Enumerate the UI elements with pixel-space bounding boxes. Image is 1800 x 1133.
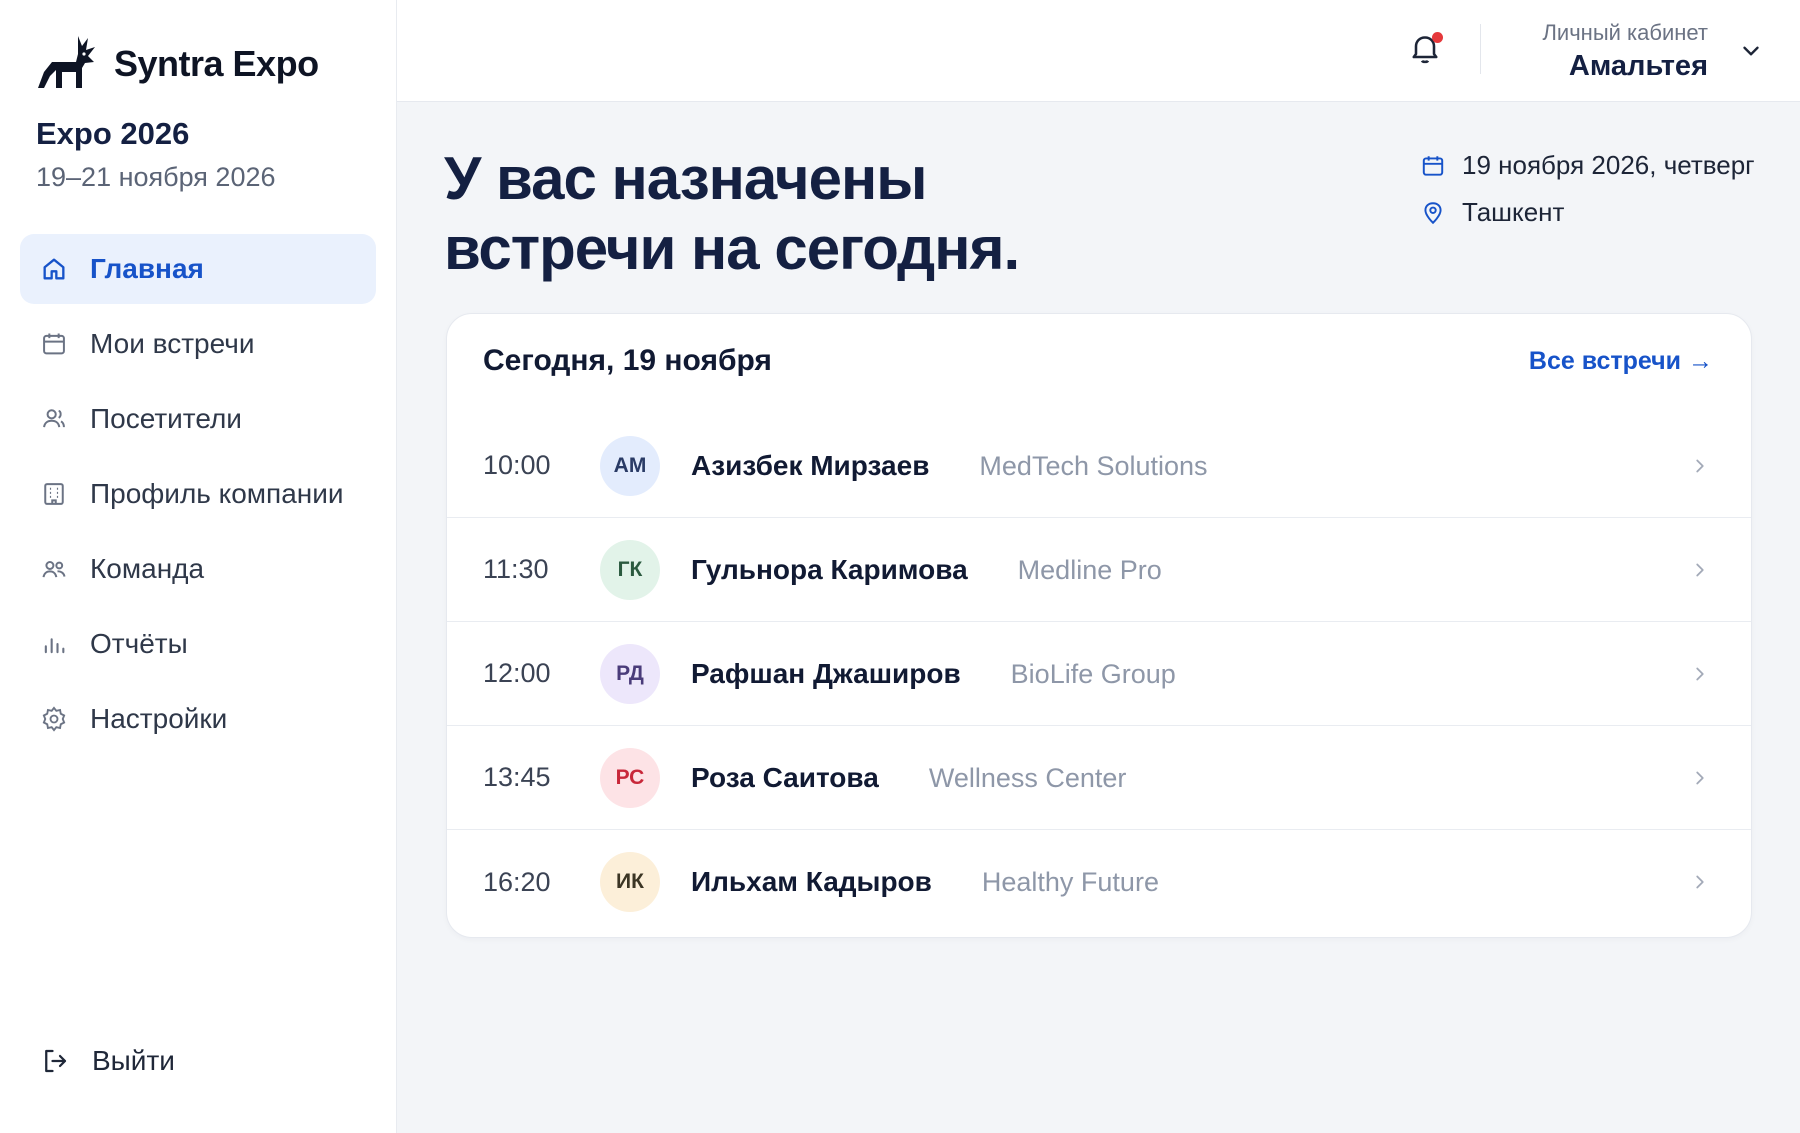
page-title-line-1: У вас назначены xyxy=(444,145,927,212)
team-icon xyxy=(40,555,68,583)
sidebar-item-label: Настройки xyxy=(90,703,228,734)
chevron-right-icon xyxy=(1696,563,1704,576)
person-name: Азизбек Мирзаев xyxy=(691,449,930,481)
chart-icon xyxy=(40,630,68,658)
event-dates: 19–21 ноября 2026 xyxy=(36,162,276,192)
sidebar-nav: Главная Мои встречи Посетители Профиль к… xyxy=(20,234,376,759)
sidebar-item-label: Посетители xyxy=(90,403,242,434)
meeting-row[interactable]: 12:00 РД Рафшан Джаширов BioLife Group xyxy=(447,622,1751,726)
sidebar-item-label: Мои встречи xyxy=(90,328,255,359)
account-menu[interactable]: Личный кабинет Амальтея xyxy=(1542,20,1708,83)
sidebar-item-settings[interactable]: Настройки xyxy=(20,684,376,754)
notifications-button[interactable] xyxy=(1407,30,1447,70)
meetings-list: 10:00 АМ Азизбек Мирзаев MedTech Solutions 1… xyxy=(447,414,1751,934)
chevron-down-icon[interactable] xyxy=(1738,38,1764,64)
donkey-logo-icon xyxy=(38,36,95,88)
sidebar: Syntra Expo Expo 2026 19–21 ноября 2026 … xyxy=(0,0,397,1133)
meeting-person: Гульнора Каримова Medline Pro xyxy=(691,554,1162,586)
calendar-icon xyxy=(1422,155,1444,176)
brand-logo[interactable]: Syntra Expo xyxy=(34,34,319,94)
company-name: Healthy Future xyxy=(981,867,1159,897)
sidebar-item-company-profile[interactable]: Профиль компании xyxy=(20,459,376,529)
page-title-line-2: встречи на сегодня. xyxy=(444,215,1020,282)
logout-icon xyxy=(45,1049,67,1073)
avatar: РС xyxy=(600,747,660,808)
person-name: Ильхам Кадыров xyxy=(691,866,932,897)
company-name: Wellness Center xyxy=(928,762,1127,793)
chevron-right-icon xyxy=(1696,667,1704,680)
meetings-card: Сегодня, 19 ноября Все встречи → 10:00 АМ… xyxy=(446,313,1752,938)
company-name: MedTech Solutions xyxy=(979,450,1208,481)
person-name: Роза Саитова xyxy=(691,761,879,793)
chevron-right-icon xyxy=(1696,771,1704,784)
brand-name: Syntra Expo xyxy=(114,43,319,84)
calendar-icon xyxy=(40,330,68,358)
city: Ташкент xyxy=(1462,197,1565,227)
person-name: Рафшан Джаширов xyxy=(691,657,961,689)
avatar: РД xyxy=(600,643,660,704)
page-title: У вас назначены встречи на сегодня. xyxy=(444,144,1020,284)
meeting-person: Рафшан Джаширов BioLife Group xyxy=(691,658,1176,690)
sidebar-item-reports[interactable]: Отчёты xyxy=(20,609,376,679)
event-meta: 19 ноября 2026, четверг Ташкент xyxy=(1420,150,1755,244)
sidebar-item-team[interactable]: Команда xyxy=(20,534,376,604)
meeting-time: 10:00 xyxy=(483,450,551,480)
meeting-row[interactable]: 11:30 ГК Гульнора Каримова Medline Pro xyxy=(447,518,1751,622)
home-icon xyxy=(40,255,68,283)
sidebar-item-label: Главная xyxy=(90,253,204,284)
meeting-person: Ильхам Кадыров Healthy Future xyxy=(691,866,1159,898)
meeting-row[interactable]: 16:20 ИК Ильхам Кадыров Healthy Future xyxy=(447,830,1751,934)
meeting-person: Роза Саитова Wellness Center xyxy=(691,762,1126,794)
meeting-time: 12:00 xyxy=(483,658,551,688)
company-name: Medline Pro xyxy=(1017,554,1162,585)
current-date: 19 ноября 2026, четверг xyxy=(1462,150,1755,180)
meeting-row[interactable]: 13:45 РС Роза Саитова Wellness Center xyxy=(447,726,1751,830)
sidebar-item-home[interactable]: Главная xyxy=(20,234,376,304)
building-icon xyxy=(40,480,68,508)
meeting-person: Азизбек Мирзаев MedTech Solutions xyxy=(691,450,1208,482)
avatar: АМ xyxy=(600,435,660,496)
account-name: Амальтея xyxy=(1568,50,1708,82)
header-divider xyxy=(1480,24,1481,74)
chevron-right-icon xyxy=(1696,459,1704,472)
account-label: Личный кабинет xyxy=(1542,20,1708,45)
meeting-time: 11:30 xyxy=(483,554,549,584)
location-row: Ташкент xyxy=(1420,197,1755,228)
users-icon xyxy=(40,405,68,433)
top-bar: Личный кабинет Амальтея xyxy=(397,0,1800,102)
sidebar-item-label: Команда xyxy=(90,553,205,584)
sidebar-item-meetings[interactable]: Мои встречи xyxy=(20,309,376,379)
logout-label: Выйти xyxy=(92,1045,175,1076)
sidebar-item-visitors[interactable]: Посетители xyxy=(20,384,376,454)
all-meetings-link[interactable]: Все встречи → xyxy=(1529,347,1713,376)
notification-dot xyxy=(1432,32,1443,43)
meetings-title: Сегодня, 19 ноября xyxy=(483,344,772,377)
event-title: Expo 2026 xyxy=(36,116,190,151)
meeting-time: 16:20 xyxy=(483,866,551,897)
meeting-time: 13:45 xyxy=(483,762,551,792)
gear-icon xyxy=(40,705,68,733)
chevron-right-icon xyxy=(1696,875,1704,889)
sidebar-item-label: Профиль компании xyxy=(90,478,344,509)
avatar: ИК xyxy=(600,852,660,912)
person-name: Гульнора Каримова xyxy=(691,553,968,585)
location-pin-icon xyxy=(1424,201,1442,224)
meeting-row[interactable]: 10:00 АМ Азизбек Мирзаев MedTech Solutions xyxy=(447,414,1751,518)
company-name: BioLife Group xyxy=(1010,658,1176,689)
date-row: 19 ноября 2026, четверг xyxy=(1420,150,1755,181)
avatar: ГК xyxy=(600,539,660,600)
logout-button[interactable]: Выйти xyxy=(40,1045,175,1077)
sidebar-item-label: Отчёты xyxy=(90,628,188,659)
